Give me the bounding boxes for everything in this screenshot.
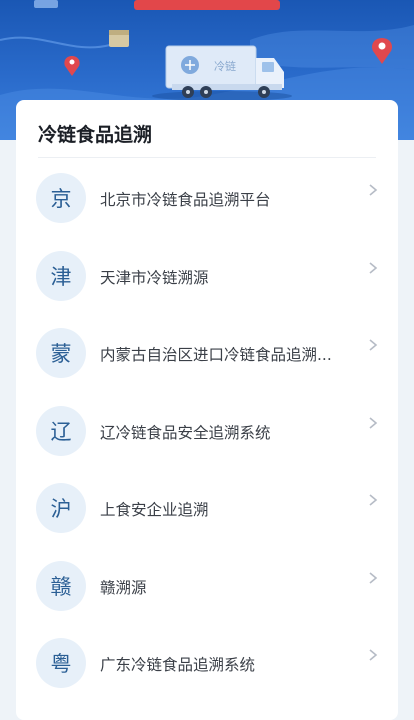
region-avatar: 赣 bbox=[36, 560, 86, 611]
item-label: 北京市冷链食品追溯平台 bbox=[100, 191, 271, 209]
region-avatar: 蒙 bbox=[36, 328, 86, 378]
map-pin-icon-left bbox=[64, 56, 80, 76]
truck-label: 冷链 bbox=[214, 59, 236, 73]
list-item-jiangxi[interactable]: 赣 赣溯源 bbox=[16, 546, 398, 624]
item-label: 天津市冷链溯源 bbox=[100, 268, 209, 287]
item-label: 赣溯源 bbox=[100, 578, 147, 597]
item-label: 辽冷链食品安全追溯系统 bbox=[100, 423, 271, 442]
card-title: 冷链食品追溯 bbox=[38, 124, 153, 146]
item-label: 广东冷链食品追溯系统 bbox=[100, 656, 256, 674]
chevron-right-icon bbox=[369, 571, 378, 584]
list-item-shanghai[interactable]: 沪 上食安企业追溯 bbox=[16, 468, 398, 546]
platform-list: 京 北京市冷链食品追溯平台 津 天津市冷链溯源 蒙 内蒙古自治区进口冷链食品追溯… bbox=[16, 158, 398, 701]
list-item-beijing[interactable]: 京 北京市冷链食品追溯平台 bbox=[16, 158, 398, 236]
header-red-banner bbox=[134, 0, 280, 10]
item-label: 内蒙古自治区进口冷链食品追溯... bbox=[100, 346, 332, 364]
item-label: 上食安企业追溯 bbox=[100, 501, 209, 519]
chevron-right-icon bbox=[369, 649, 378, 661]
tracing-card: 冷链食品追溯 京 北京市冷链食品追溯平台 津 天津市冷链溯源 蒙 内蒙古自治区进… bbox=[16, 100, 398, 720]
region-avatar: 粤 bbox=[36, 638, 86, 688]
region-avatar: 京 bbox=[36, 173, 86, 223]
package-icon bbox=[109, 30, 129, 47]
list-item-inner-mongolia[interactable]: 蒙 内蒙古自治区进口冷链食品追溯... bbox=[16, 313, 398, 391]
chevron-right-icon bbox=[369, 416, 378, 429]
region-avatar: 沪 bbox=[36, 483, 86, 533]
region-avatar: 津 bbox=[36, 250, 86, 301]
chevron-right-icon bbox=[369, 261, 378, 274]
list-item-tianjin[interactable]: 津 天津市冷链溯源 bbox=[16, 236, 398, 314]
chevron-right-icon bbox=[369, 494, 378, 506]
chevron-right-icon bbox=[369, 184, 378, 196]
chevron-right-icon bbox=[369, 339, 378, 351]
region-avatar: 辽 bbox=[36, 405, 86, 456]
list-item-liaoning[interactable]: 辽 辽冷链食品安全追溯系统 bbox=[16, 391, 398, 469]
list-item-guangdong[interactable]: 粤 广东冷链食品追溯系统 bbox=[16, 623, 398, 701]
